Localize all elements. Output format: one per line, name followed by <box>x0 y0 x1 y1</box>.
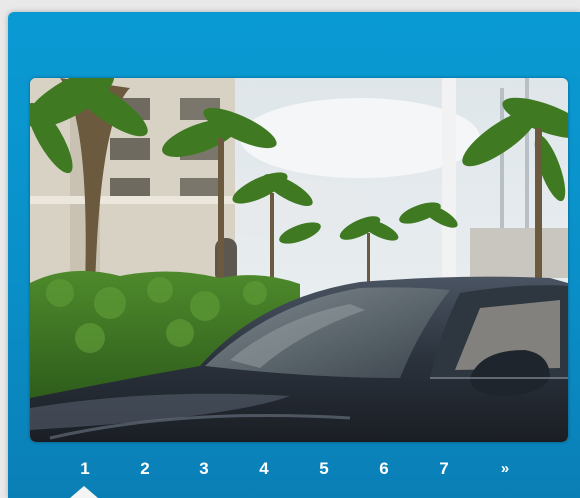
slide-image[interactable] <box>30 78 568 442</box>
pager-page-7[interactable]: 7 <box>429 454 459 484</box>
active-page-pointer <box>70 486 98 498</box>
slideshow-frame: 1 2 3 4 5 6 7 » <box>8 12 580 498</box>
pager-next-button[interactable]: » <box>490 454 520 484</box>
pager-page-1[interactable]: 1 <box>70 454 100 484</box>
slide-photo-graphic <box>30 78 568 442</box>
pager-page-4[interactable]: 4 <box>249 454 279 484</box>
pager-page-3[interactable]: 3 <box>189 454 219 484</box>
pager-page-2[interactable]: 2 <box>130 454 160 484</box>
pager-page-6[interactable]: 6 <box>369 454 399 484</box>
slide-pager: 1 2 3 4 5 6 7 » <box>8 454 580 484</box>
pager-page-5[interactable]: 5 <box>309 454 339 484</box>
